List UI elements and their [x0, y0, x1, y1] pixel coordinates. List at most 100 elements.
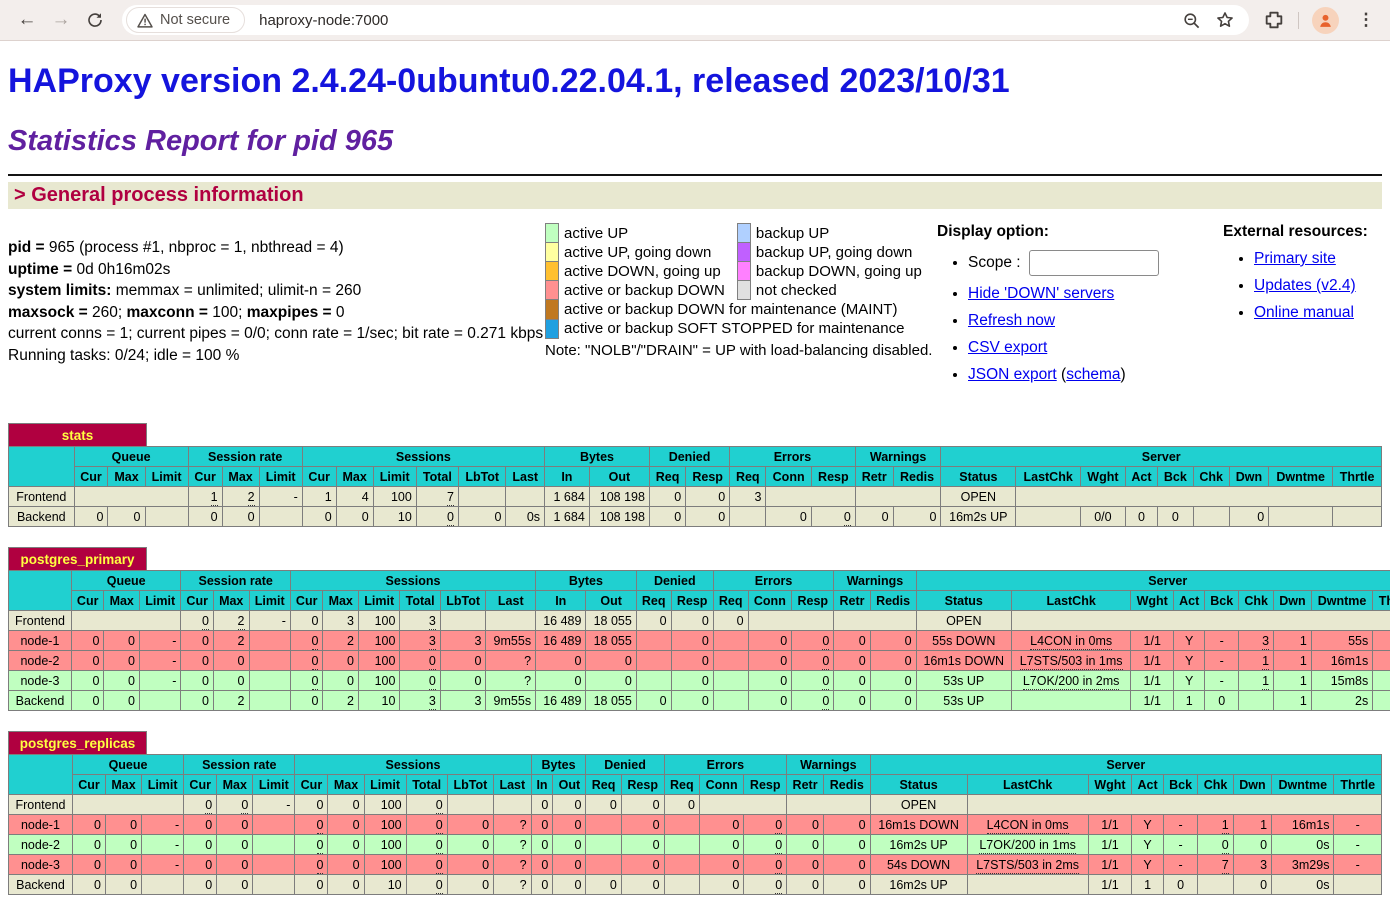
link[interactable]: JSON export [968, 366, 1057, 383]
legend-swatch [546, 300, 559, 320]
cell: 2 [222, 487, 259, 507]
column-header: Req [730, 467, 766, 487]
cell: 0 [586, 875, 621, 895]
link[interactable]: Online manual [1254, 304, 1354, 321]
cell: 0 [105, 855, 141, 875]
column-header: Limit [259, 467, 302, 487]
bookmark-star-icon[interactable] [1215, 10, 1235, 30]
link[interactable]: CSV export [968, 339, 1047, 356]
browser-toolbar: ← → Not secure haproxy-node:7000 ⋮ [0, 0, 1390, 41]
cell: 0 [184, 855, 217, 875]
cell: L7STS/503 in 1ms [1012, 651, 1131, 671]
cell: ? [494, 835, 532, 855]
legend-label: not checked [750, 281, 933, 300]
cell: - [1205, 651, 1239, 671]
page-zoom-icon[interactable] [1182, 11, 1201, 30]
column-header: Cur [74, 467, 108, 487]
cell [486, 611, 536, 631]
cell [855, 487, 941, 507]
cell: 0 [792, 671, 834, 691]
cell: 0 [787, 855, 824, 875]
group-header: Sessions [290, 571, 535, 591]
cell [699, 795, 786, 815]
display-options: Display option: Scope : Hide 'DOWN' serv… [937, 223, 1223, 393]
profile-avatar[interactable] [1312, 7, 1339, 34]
link[interactable]: Refresh now [968, 312, 1055, 329]
cell: 0 [440, 671, 486, 691]
column-header: Limit [364, 775, 406, 795]
cell: 0 [1229, 507, 1268, 527]
cell: 0 [553, 835, 586, 855]
legend-row: active or backup SOFT STOPPED for mainte… [546, 319, 934, 338]
group-header: Sessions [295, 755, 531, 775]
cell: 0 [553, 795, 586, 815]
legend: active UPbackup UPactive UP, going downb… [545, 223, 937, 359]
url-bar[interactable]: Not secure haproxy-node:7000 [122, 5, 1249, 35]
legend-swatch [546, 319, 559, 338]
link[interactable]: Hide 'DOWN' servers [968, 285, 1114, 302]
not-secure-chip[interactable]: Not secure [126, 7, 245, 33]
cell: 0 [636, 691, 671, 711]
extensions-icon[interactable] [1263, 9, 1285, 31]
cell: 0 [108, 507, 145, 527]
cell [636, 631, 671, 651]
cell: 0 [323, 671, 359, 691]
column-header: Wght [1088, 775, 1132, 795]
cell: 0 [458, 507, 506, 527]
cell [1016, 507, 1081, 527]
cell: OPEN [870, 795, 967, 815]
text: ( [1057, 366, 1066, 383]
cell: 0 [649, 487, 685, 507]
link[interactable]: Updates (v2.4) [1254, 277, 1356, 294]
column-header: LastChk [1016, 467, 1081, 487]
cell: 0 [1198, 835, 1233, 855]
column-header: LbTot [447, 775, 493, 795]
cell: 0 [870, 691, 916, 711]
legend-label: active or backup DOWN [559, 281, 738, 300]
cell: 1/1 [1088, 875, 1132, 895]
scope-input[interactable] [1029, 250, 1159, 276]
cell [636, 651, 671, 671]
reload-button[interactable] [78, 3, 112, 37]
column-header: Last [506, 467, 545, 487]
cell: 3m29s [1272, 855, 1334, 875]
cell [730, 507, 766, 527]
info-line: maxsock = 260; maxconn = 100; maxpipes =… [8, 302, 545, 324]
table-row: node-100-000010000?000000016m1s DOWNL4CO… [9, 815, 1382, 835]
info-line: Running tasks: 0/24; idle = 100 % [8, 345, 545, 367]
forward-button[interactable]: → [44, 3, 78, 37]
cell: 0 [744, 835, 787, 855]
group-header: Server [916, 571, 1390, 591]
cell: 0 [531, 815, 553, 835]
cell [1016, 487, 1382, 507]
legend-swatch [546, 243, 559, 262]
cell: 0 [792, 691, 834, 711]
cell: 0 [766, 507, 811, 527]
cell: 0 [699, 835, 743, 855]
cell: 4 [336, 487, 373, 507]
cell: 0 [553, 875, 586, 895]
cell: 16m1s [1311, 651, 1372, 671]
cell: 0 [586, 671, 636, 691]
column-header: Limit [359, 591, 400, 611]
legend-row: active or backup DOWN for maintenance (M… [546, 300, 934, 320]
back-button[interactable]: ← [10, 3, 44, 37]
cell: 3 [400, 611, 440, 631]
proxy-name: postgres_replicas [8, 731, 147, 754]
cell: 0 [290, 691, 323, 711]
external-resources: External resources: Primary siteUpdates … [1223, 223, 1382, 331]
cell: 0 [1163, 875, 1198, 895]
cell: 0 [621, 875, 664, 895]
cell: 3 [1239, 631, 1274, 651]
link[interactable]: Primary site [1254, 250, 1336, 267]
menu-kebab-icon[interactable]: ⋮ [1352, 10, 1380, 30]
cell [71, 611, 181, 631]
column-header: Resp [792, 591, 834, 611]
cell: 0 [416, 507, 458, 527]
column-header: Cur [184, 775, 217, 795]
column-header: Retr [834, 591, 870, 611]
column-header: Resp [811, 467, 855, 487]
reload-icon [86, 11, 104, 29]
cell: 0 [302, 507, 336, 527]
link[interactable]: schema [1066, 366, 1120, 383]
